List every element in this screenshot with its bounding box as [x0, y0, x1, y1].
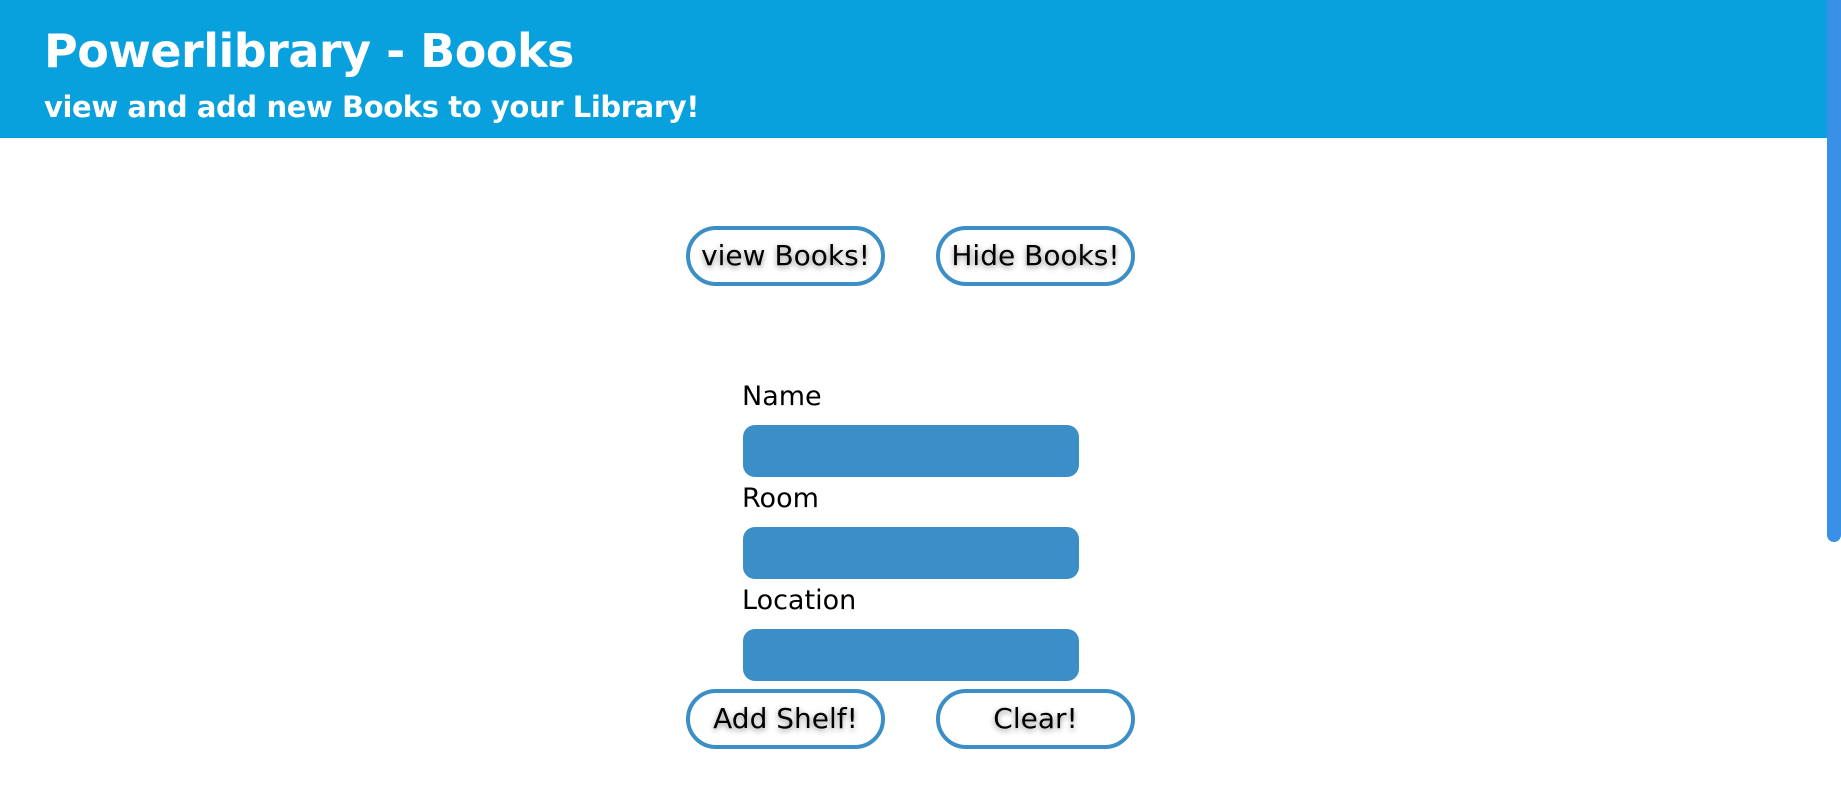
page: Powerlibrary - Books view and add new Bo… — [0, 0, 1841, 809]
room-label: Room — [742, 483, 819, 514]
name-input[interactable] — [743, 425, 1079, 477]
room-input[interactable] — [743, 527, 1079, 579]
page-header: Powerlibrary - Books view and add new Bo… — [0, 0, 1841, 138]
hide-books-button[interactable]: Hide Books! — [936, 226, 1135, 286]
add-shelf-button[interactable]: Add Shelf! — [686, 689, 885, 749]
location-label: Location — [742, 585, 857, 616]
view-books-button[interactable]: view Books! — [686, 226, 885, 286]
clear-button[interactable]: Clear! — [936, 689, 1135, 749]
page-scrollbar[interactable] — [1827, 0, 1841, 809]
page-subtitle: view and add new Books to your Library! — [44, 90, 700, 124]
page-title: Powerlibrary - Books — [44, 24, 574, 78]
scrollbar-thumb[interactable] — [1827, 0, 1841, 542]
location-input[interactable] — [743, 629, 1079, 681]
name-label: Name — [742, 381, 822, 412]
